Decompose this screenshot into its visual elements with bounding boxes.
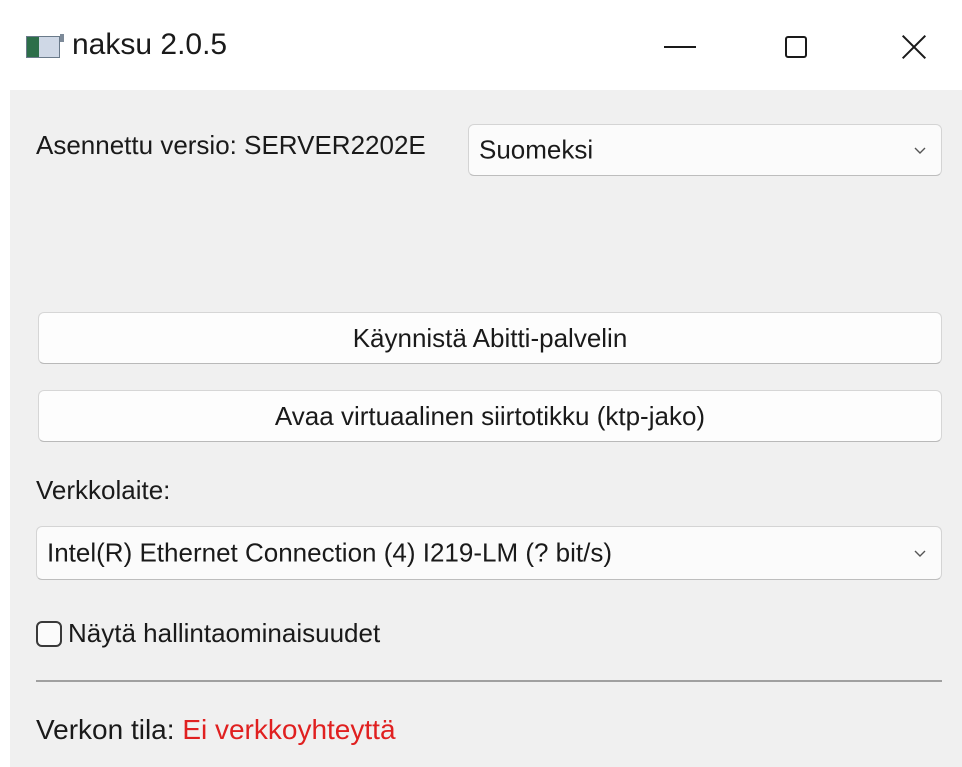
minimize-icon	[664, 46, 696, 48]
network-status-label: Verkon tila:	[36, 714, 183, 745]
chevron-down-icon	[914, 147, 926, 154]
maximize-button[interactable]	[766, 22, 826, 72]
language-select[interactable]: Suomeksi	[468, 124, 942, 176]
start-server-button[interactable]: Käynnistä Abitti-palvelin	[38, 312, 942, 364]
chevron-down-icon	[914, 550, 926, 557]
window-title: naksu 2.0.5	[72, 28, 228, 61]
title-bar: naksu 2.0.5	[0, 0, 962, 90]
network-device-select-value: Intel(R) Ethernet Connection (4) I219-LM…	[47, 537, 613, 568]
close-icon	[900, 33, 928, 61]
divider	[36, 680, 942, 682]
language-select-value: Suomeksi	[479, 134, 594, 165]
main-panel: Asennettu versio: SERVER2202E Suomeksi K…	[10, 90, 962, 767]
show-admin-features-checkbox[interactable]: Näytä hallintaominaisuudet	[36, 618, 380, 649]
maximize-icon	[785, 36, 807, 58]
app-icon	[26, 34, 64, 58]
checkbox-box[interactable]	[36, 620, 62, 647]
network-device-label: Verkkolaite:	[36, 475, 171, 505]
open-virtual-usb-button[interactable]: Avaa virtuaalinen siirtotikku (ktp-jako)	[38, 390, 942, 442]
close-button[interactable]	[884, 22, 944, 72]
network-status-value: Ei verkkoyhteyttä	[182, 714, 396, 745]
network-device-select[interactable]: Intel(R) Ethernet Connection (4) I219-LM…	[36, 526, 942, 580]
minimize-button[interactable]	[650, 22, 710, 72]
installed-version-label: Asennettu versio: SERVER2202E	[36, 130, 426, 160]
show-admin-features-label: Näytä hallintaominaisuudet	[68, 618, 381, 648]
network-status: Verkon tila: Ei verkkoyhteyttä	[36, 714, 396, 746]
